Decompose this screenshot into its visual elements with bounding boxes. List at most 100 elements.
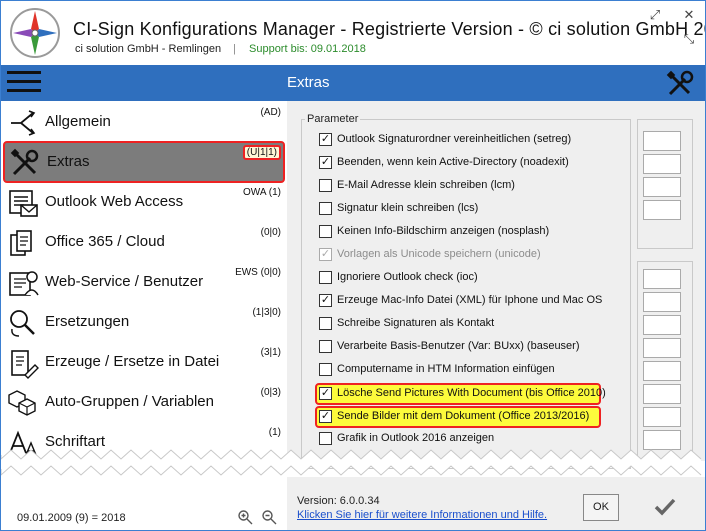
checkmark-icon[interactable] (639, 491, 691, 521)
file-create-icon (11, 350, 39, 379)
sidebar-item-badge: (0|0) (260, 227, 281, 238)
sidebar-item-label: Allgemein (45, 113, 111, 130)
checkbox-checked[interactable]: ✓ (319, 387, 332, 400)
checkbox-checked[interactable]: ✓ (319, 248, 332, 261)
ok-button[interactable]: OK (583, 494, 619, 521)
option-row[interactable]: Signatur klein schreiben (lcs) (319, 199, 619, 219)
checkbox-unchecked[interactable] (319, 363, 332, 376)
option-row[interactable]: Verarbeite Basis-Benutzer (Var: BUxx) (b… (319, 337, 619, 357)
option-row[interactable]: ✓ Outlook Signaturordner vereinheitlichen… (319, 130, 619, 150)
option-row[interactable]: ✓ Sende Bilder mit dem Dokument (Office 2… (315, 406, 601, 428)
side-input[interactable] (643, 131, 681, 151)
sidebar-item-outlook-web-access[interactable]: Outlook Web Access OWA (1) (3, 183, 285, 223)
side-input[interactable] (643, 177, 681, 197)
expand-icon[interactable]: ⤢ (647, 7, 663, 23)
option-label: Verarbeite Basis-Benutzer (Var: BUxx) (b… (337, 340, 580, 352)
replace-icon (10, 310, 35, 337)
sidebar-item-label: Auto-Gruppen / Variablen (45, 393, 214, 410)
app-window: CI-Sign Konfigurations Manager - Registr… (0, 0, 706, 531)
email-icon (9, 190, 38, 217)
sidebar: Allgemein (AD) Extras (U|1|1) Outlook We… (1, 101, 287, 461)
section-header: Extras (1, 65, 705, 101)
parameter-legend: Parameter (305, 113, 361, 125)
sidebar-item-auto-gruppen[interactable]: Auto-Gruppen / Variablen (0|3) (3, 383, 285, 423)
checkbox-checked[interactable]: ✓ (319, 410, 332, 423)
side-input[interactable] (643, 407, 681, 427)
option-row[interactable]: Schreibe Signaturen als Kontakt (319, 314, 619, 334)
sidebar-item-badge: (U|1|1) (242, 145, 281, 160)
restore-icon[interactable]: ⤡ (681, 31, 697, 47)
option-row[interactable]: ✓ Erzeuge Mac-Info Datei (XML) für Iphone… (319, 291, 619, 311)
footer-panel: Version: 6.0.0.34 Klicken Sie hier für w… (287, 477, 705, 530)
option-label: Ignoriere Outlook check (ioc) (337, 271, 478, 283)
hamburger-menu-icon[interactable] (7, 71, 43, 95)
option-row[interactable]: E-Mail Adresse klein schreiben (lcm) (319, 176, 619, 196)
checkbox-unchecked[interactable] (319, 432, 332, 445)
sidebar-item-label: Ersetzungen (45, 313, 130, 330)
checkbox-checked[interactable]: ✓ (319, 156, 332, 169)
option-label: Sende Bilder mit dem Dokument (Office 20… (337, 410, 590, 422)
option-row[interactable]: Keinen Info-Bildschirm anzeigen (nosplas… (319, 222, 619, 242)
checkbox-unchecked[interactable] (319, 202, 332, 215)
sidebar-item-web-service[interactable]: Web-Service / Benutzer EWS (0|0) (3, 263, 285, 303)
sidebar-item-ersetzungen[interactable]: Ersetzungen (1|3|0) (3, 303, 285, 343)
sidebar-item-label: Erzeuge / Ersetze in Datei (45, 353, 220, 370)
option-label: Erzeuge Mac-Info Datei (XML) für Iphone … (337, 294, 603, 306)
sidebar-item-label: Office 365 / Cloud (45, 233, 165, 250)
option-row[interactable]: Ignoriere Outlook check (ioc) (319, 268, 619, 288)
option-row[interactable]: Computername in HTM Information einfügen (319, 360, 619, 380)
side-input[interactable] (643, 384, 681, 404)
checkbox-unchecked[interactable] (319, 179, 332, 192)
sidebar-item-allgemein[interactable]: Allgemein (AD) (3, 103, 285, 143)
checkbox-unchecked[interactable] (319, 340, 332, 353)
checkbox-unchecked[interactable] (319, 317, 332, 330)
option-label: Outlook Signaturordner vereinheitlichen … (337, 133, 572, 145)
sidebar-item-label: Outlook Web Access (45, 193, 184, 210)
sidebar-item-erzeuge-ersetze[interactable]: Erzeuge / Ersetze in Datei (3|1) (3, 343, 285, 383)
sidebar-item-badge: EWS (0|0) (235, 267, 281, 278)
checkbox-unchecked[interactable] (319, 225, 332, 238)
option-label: Grafik in Outlook 2016 anzeigen (337, 432, 495, 444)
close-icon[interactable]: ✕ (681, 7, 697, 23)
sidebar-item-office-365[interactable]: Office 365 / Cloud (0|0) (3, 223, 285, 263)
option-row[interactable]: Grafik in Outlook 2016 anzeigen (319, 429, 619, 449)
option-row[interactable]: ✓ Beenden, wenn kein Active-Directory (no… (319, 153, 619, 173)
sidebar-item-extras[interactable]: Extras (U|1|1) (3, 141, 285, 183)
app-logo-icon (10, 8, 60, 58)
option-label: Lösche Send Pictures With Document (bis … (337, 387, 606, 399)
zoom-out-icon[interactable] (261, 509, 277, 525)
version-label: Version: 6.0.0.34 (297, 495, 380, 507)
option-row[interactable]: ✓ Lösche Send Pictures With Document (bis… (315, 383, 606, 405)
title-separator: | (233, 43, 236, 55)
web-service-icon (9, 271, 39, 296)
checkbox-checked[interactable]: ✓ (319, 133, 332, 146)
side-input[interactable] (643, 269, 681, 289)
tools-icon (666, 70, 694, 96)
torn-edge-divider (1, 449, 702, 476)
section-title: Extras (287, 74, 330, 91)
checkbox-unchecked[interactable] (319, 271, 332, 284)
side-input[interactable] (643, 315, 681, 335)
side-input[interactable] (643, 154, 681, 174)
help-link[interactable]: Klicken Sie hier für weitere Information… (297, 509, 547, 521)
side-input[interactable] (643, 292, 681, 312)
side-input[interactable] (643, 338, 681, 358)
company-label: ci solution GmbH - Remlingen (75, 43, 222, 55)
option-label: Signatur klein schreiben (lcs) (337, 202, 479, 214)
title-bar: CI-Sign Konfigurations Manager - Registr… (1, 1, 705, 65)
checkbox-checked[interactable]: ✓ (319, 294, 332, 307)
option-row[interactable]: ✓ Vorlagen als Unicode speichern (unicode… (319, 245, 619, 265)
sidebar-item-label: Web-Service / Benutzer (45, 273, 204, 290)
cubes-icon (8, 390, 36, 416)
date-info: 09.01.2009 (9) = 2018 (17, 512, 126, 524)
tools-icon (10, 148, 39, 176)
option-label: Schreibe Signaturen als Kontakt (337, 317, 495, 329)
extras-panel: Parameter ✓ Outlook Signaturordner verein… (287, 101, 705, 469)
option-label: Computername in HTM Information einfügen (337, 363, 555, 375)
side-input[interactable] (643, 361, 681, 381)
zoom-in-icon[interactable] (237, 509, 253, 525)
sidebar-item-badge: (1) (268, 427, 281, 438)
side-input[interactable] (643, 200, 681, 220)
arrow-split-icon (11, 110, 36, 136)
option-label: Beenden, wenn kein Active-Directory (noa… (337, 156, 569, 168)
